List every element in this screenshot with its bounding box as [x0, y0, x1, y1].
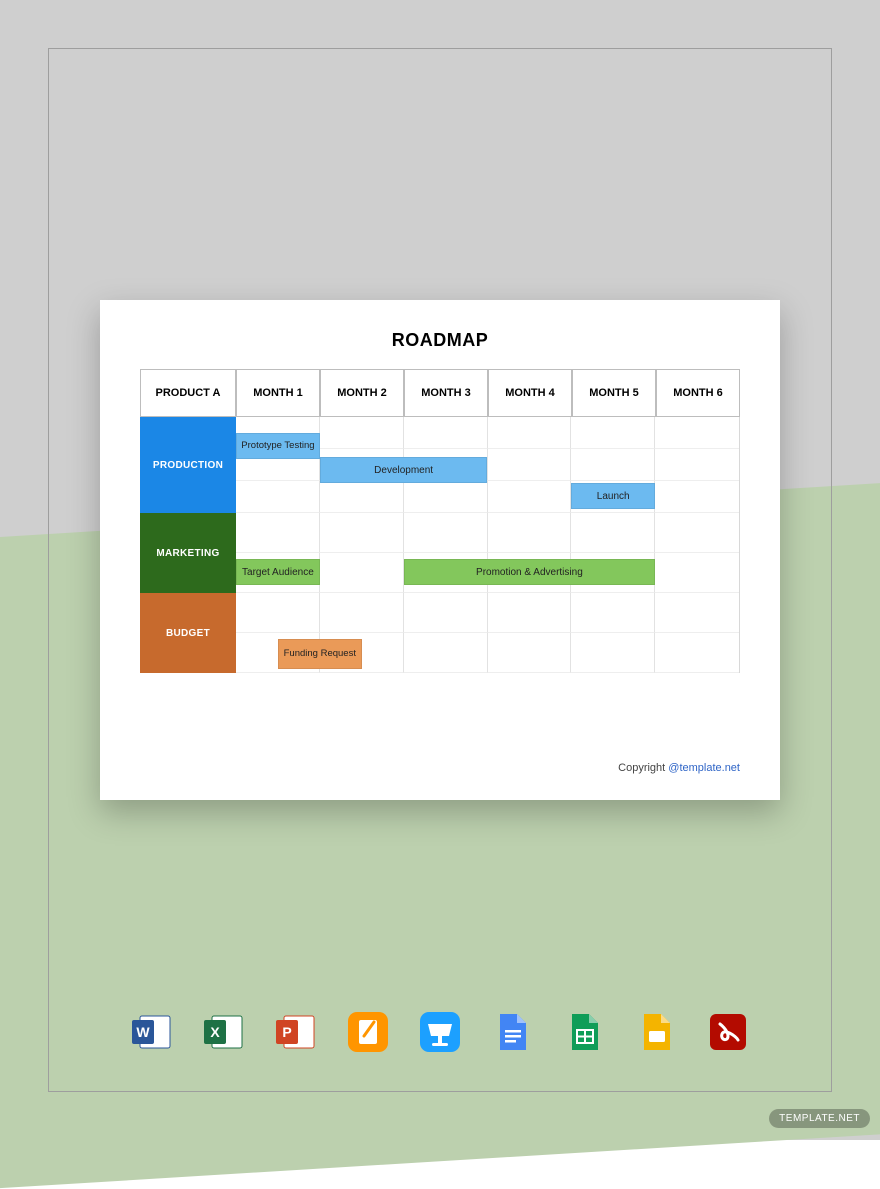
excel-icon[interactable]: X: [202, 1010, 246, 1054]
copyright-prefix: Copyright: [618, 762, 668, 774]
svg-text:P: P: [282, 1024, 291, 1040]
google-slides-icon[interactable]: [634, 1010, 678, 1054]
copyright: Copyright @template.net: [618, 762, 740, 774]
month-header: MONTH 6: [656, 369, 740, 417]
keynote-icon[interactable]: [418, 1010, 462, 1054]
watermark-badge: TEMPLATE.NET: [769, 1109, 870, 1128]
pages-icon[interactable]: [346, 1010, 390, 1054]
swimlane-marketing: MARKETING Target Audience Promotion & Ad…: [140, 513, 740, 593]
svg-text:X: X: [210, 1024, 220, 1040]
bar-prototype-testing: Prototype Testing: [236, 433, 320, 459]
svg-text:W: W: [136, 1024, 150, 1040]
roadmap-grid: PRODUCT A MONTH 1 MONTH 2 MONTH 3 MONTH …: [140, 369, 740, 729]
swimlane-budget: BUDGET Funding Request: [140, 593, 740, 673]
month-header: MONTH 5: [572, 369, 656, 417]
bar-funding-request: Funding Request: [278, 639, 362, 669]
header-row: PRODUCT A MONTH 1 MONTH 2 MONTH 3 MONTH …: [140, 369, 740, 417]
page-title: ROADMAP: [140, 330, 740, 351]
roadmap-card: ROADMAP PRODUCT A MONTH 1 MONTH 2 MONTH …: [100, 300, 780, 800]
google-sheets-icon[interactable]: [562, 1010, 606, 1054]
powerpoint-icon[interactable]: P: [274, 1010, 318, 1054]
month-header: MONTH 1: [236, 369, 320, 417]
row-label-production: PRODUCTION: [140, 417, 236, 513]
bar-target-audience: Target Audience: [236, 559, 320, 585]
google-docs-icon[interactable]: [490, 1010, 534, 1054]
row-label-marketing: MARKETING: [140, 513, 236, 593]
month-header: MONTH 3: [404, 369, 488, 417]
bar-development: Development: [320, 457, 488, 483]
month-header: MONTH 4: [488, 369, 572, 417]
row-label-budget: BUDGET: [140, 593, 236, 673]
copyright-link[interactable]: @template.net: [668, 762, 740, 774]
corner-label: PRODUCT A: [140, 369, 236, 417]
lane-production: Prototype Testing Development Launch: [236, 417, 740, 513]
month-header: MONTH 2: [320, 369, 404, 417]
pdf-icon[interactable]: [706, 1010, 750, 1054]
word-icon[interactable]: W: [130, 1010, 174, 1054]
swimlane-production: PRODUCTION Prototype Testing Development…: [140, 417, 740, 513]
bar-launch: Launch: [571, 483, 655, 509]
lane-marketing: Target Audience Promotion & Advertising: [236, 513, 740, 593]
lane-budget: Funding Request: [236, 593, 740, 673]
bar-promotion-advertising: Promotion & Advertising: [404, 559, 656, 585]
format-icons-row: W X P: [0, 1010, 880, 1054]
